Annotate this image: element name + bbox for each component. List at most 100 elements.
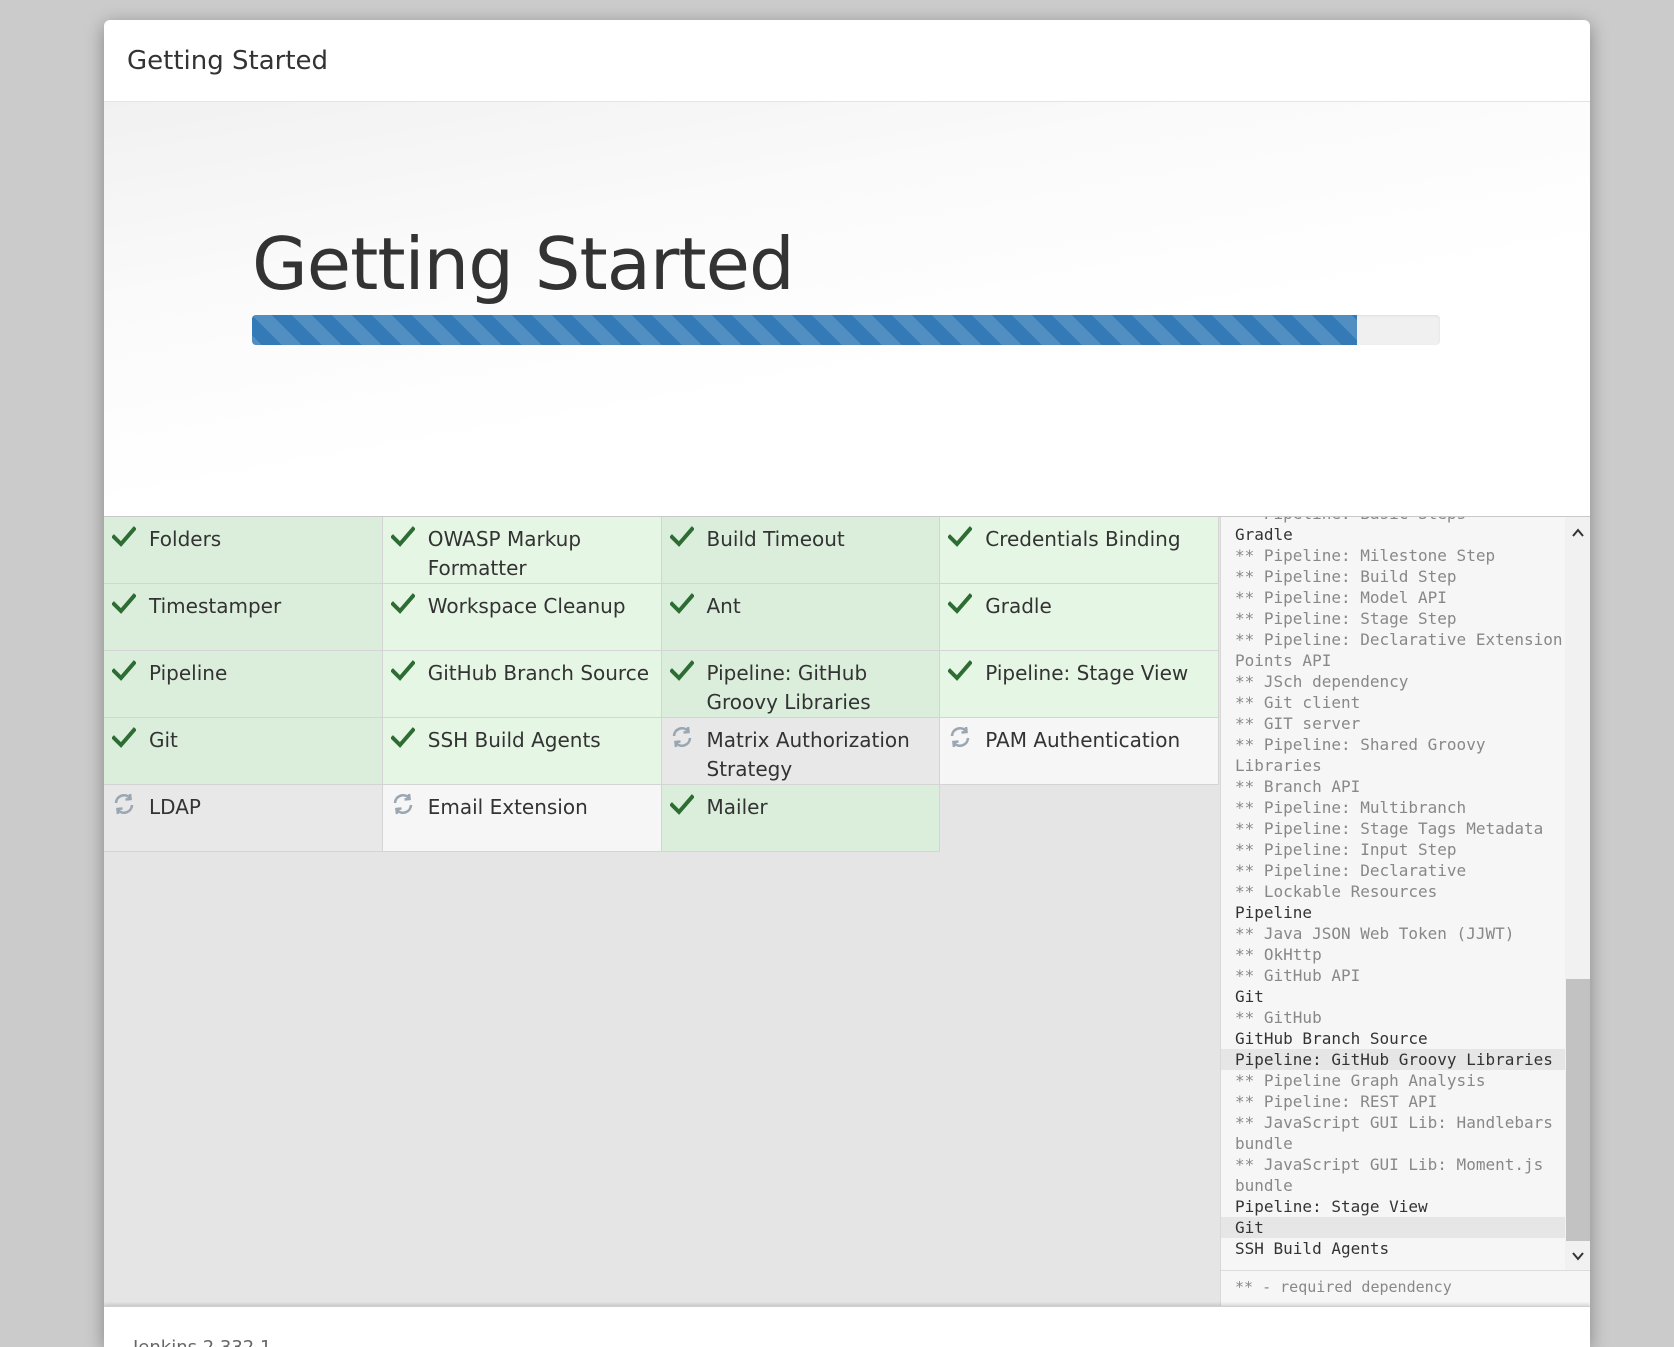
install-progress xyxy=(252,315,1440,345)
refresh-icon xyxy=(948,725,972,749)
log-line: ** Pipeline: Shared Groovy Libraries xyxy=(1235,735,1496,775)
plugin-item: Gradle xyxy=(940,584,1219,651)
check-icon xyxy=(947,591,974,615)
log-line: SSH Build Agents xyxy=(1235,1239,1390,1258)
check-icon xyxy=(947,658,974,682)
log-line: ** OkHttp xyxy=(1235,945,1322,964)
check-icon xyxy=(389,725,416,749)
log-scrollbar[interactable] xyxy=(1565,517,1590,1270)
check-icon xyxy=(111,524,137,548)
refresh-icon xyxy=(112,792,136,816)
install-log[interactable]: ** Pipeline: Basic StepsGradle ** Pipelin… xyxy=(1221,517,1565,1270)
plugin-grid: Folders OWASP Markup Formatter Build Timeo… xyxy=(104,517,1219,852)
log-line: ** Pipeline: Model API xyxy=(1235,588,1447,607)
log-line: ** JSch dependency xyxy=(1235,672,1409,691)
install-log-panel: ** Pipeline: Basic StepsGradle ** Pipelin… xyxy=(1220,517,1590,1306)
log-legend: ** - required dependency xyxy=(1221,1270,1590,1306)
scroll-up-icon[interactable] xyxy=(1565,521,1590,545)
refresh-icon xyxy=(391,792,415,816)
log-line: ** GitHub API xyxy=(1235,966,1361,985)
plugin-name: SSH Build Agents xyxy=(427,728,601,752)
plugin-name: Git xyxy=(149,728,178,752)
log-line: ** Lockable Resources xyxy=(1235,882,1438,901)
log-line: Pipeline: GitHub Groovy Libraries xyxy=(1221,1049,1565,1070)
plugin-name: PAM Authentication xyxy=(985,728,1181,752)
log-line: ** GitHub xyxy=(1235,1008,1322,1027)
log-line: ** Pipeline: Declarative xyxy=(1235,861,1467,880)
log-line: ** Pipeline Graph Analysis xyxy=(1235,1071,1486,1090)
hero-section: Getting Started xyxy=(104,102,1590,517)
log-line: ** Pipeline: Milestone Step xyxy=(1235,546,1496,565)
plugin-item: Build Timeout xyxy=(661,517,941,584)
plugin-name: Pipeline: GitHub Groovy Libraries xyxy=(706,661,871,714)
check-icon xyxy=(668,591,695,615)
plugin-item: Email Extension xyxy=(382,785,662,852)
log-line: ** Branch API xyxy=(1235,777,1361,796)
log-line: ** Java JSON Web Token (JJWT) xyxy=(1235,924,1515,943)
plugin-item: LDAP xyxy=(104,785,383,852)
log-line: ** JavaScript GUI Lib: Moment.js bundle xyxy=(1235,1155,1553,1195)
plugin-name: LDAP xyxy=(149,795,201,819)
page-title: Getting Started xyxy=(252,222,795,306)
plugin-item: Timestamper xyxy=(104,584,383,651)
log-line: Gradle xyxy=(1235,525,1293,544)
plugin-item: Pipeline xyxy=(104,651,383,718)
plugin-name: Matrix Authorization Strategy xyxy=(706,728,910,781)
check-icon xyxy=(111,591,137,615)
log-scrollbar-thumb[interactable] xyxy=(1566,979,1590,1241)
plugin-name: Email Extension xyxy=(427,795,588,819)
log-line: ** Pipeline: Input Step xyxy=(1235,840,1457,859)
plugin-item: Ant xyxy=(661,584,941,651)
plugin-name: Credentials Binding xyxy=(985,527,1181,551)
install-content: Folders OWASP Markup Formatter Build Timeo… xyxy=(104,517,1590,1306)
log-line: Pipeline xyxy=(1235,903,1313,922)
log-line: ** Pipeline: Build Step xyxy=(1235,567,1457,586)
dialog-footer: Jenkins 2.332.1 xyxy=(104,1306,1590,1347)
plugin-item: Matrix Authorization Strategy xyxy=(661,718,941,785)
plugin-name: OWASP Markup Formatter xyxy=(427,527,582,580)
check-icon xyxy=(389,524,416,548)
plugin-name: Ant xyxy=(706,594,741,618)
plugin-item: Credentials Binding xyxy=(940,517,1219,584)
log-line: ** Pipeline: Declarative Extension Point… xyxy=(1235,630,1563,670)
check-icon xyxy=(947,524,974,548)
check-icon xyxy=(668,658,695,682)
plugin-name: Build Timeout xyxy=(706,527,845,551)
log-line: ** Pipeline: REST API xyxy=(1235,1092,1438,1111)
log-line: ** Git client xyxy=(1235,693,1361,712)
install-log-lines: ** Pipeline: Basic StepsGradle ** Pipelin… xyxy=(1221,517,1565,1259)
check-icon xyxy=(668,524,695,548)
plugin-item: Mailer xyxy=(661,785,941,852)
check-icon xyxy=(668,792,695,816)
dialog-header: Getting Started xyxy=(104,20,1590,102)
plugin-name: Pipeline: Stage View xyxy=(985,661,1189,685)
refresh-icon xyxy=(670,725,694,749)
plugin-name: GitHub Branch Source xyxy=(427,661,650,685)
plugin-name: Folders xyxy=(149,527,222,551)
plugin-name: Timestamper xyxy=(149,594,282,618)
plugin-item: Pipeline: Stage View xyxy=(940,651,1219,718)
log-line: ** Pipeline: Multibranch xyxy=(1235,798,1467,817)
plugin-item: OWASP Markup Formatter xyxy=(382,517,662,584)
plugin-name: Mailer xyxy=(706,795,768,819)
install-progress-bar xyxy=(252,315,1357,345)
check-icon xyxy=(111,725,137,749)
log-line: Git xyxy=(1221,1217,1565,1238)
plugin-item: Workspace Cleanup xyxy=(382,584,662,651)
dialog-title: Getting Started xyxy=(127,45,329,76)
check-icon xyxy=(389,658,416,682)
plugin-name: Pipeline xyxy=(149,661,228,685)
plugin-item: Folders xyxy=(104,517,383,584)
log-line: ** GIT server xyxy=(1235,714,1361,733)
log-line: Git xyxy=(1235,987,1264,1006)
scroll-down-icon[interactable] xyxy=(1565,1244,1590,1268)
jenkins-version: Jenkins 2.332.1 xyxy=(133,1337,271,1347)
log-line: GitHub Branch Source xyxy=(1235,1029,1428,1048)
plugin-item: Git xyxy=(104,718,383,785)
log-line: ** Pipeline: Stage Step xyxy=(1235,609,1457,628)
setup-dialog: Getting Started Getting Started Folders O… xyxy=(104,20,1590,1347)
plugin-item: SSH Build Agents xyxy=(382,718,662,785)
check-icon xyxy=(389,591,416,615)
log-line: ** JavaScript GUI Lib: Handlebars bundle xyxy=(1235,1113,1563,1153)
plugin-item: PAM Authentication xyxy=(940,718,1219,785)
